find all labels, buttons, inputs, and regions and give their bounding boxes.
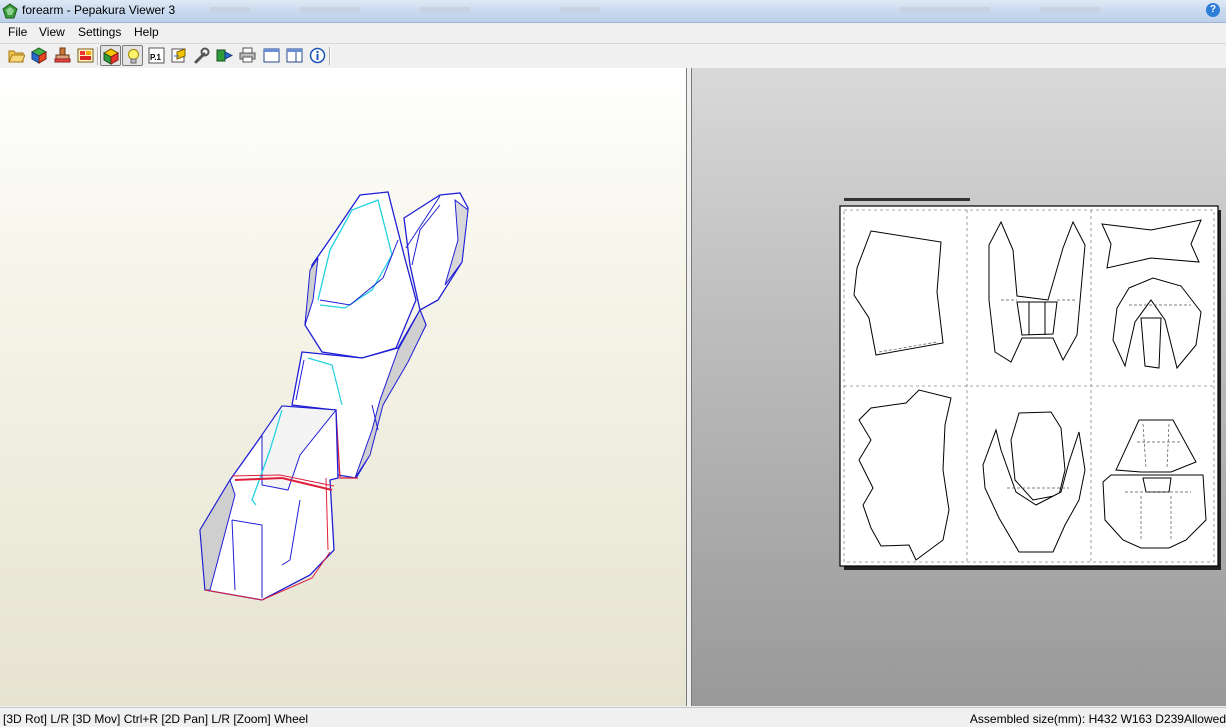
lighting-toggle[interactable]	[122, 45, 143, 66]
single-pane-button[interactable]	[261, 45, 282, 66]
show-texture-toggle[interactable]	[100, 45, 121, 66]
2d-pattern-sheet[interactable]	[692, 68, 1226, 706]
page-number-icon: P.1	[148, 47, 165, 64]
3d-forearm-model[interactable]	[0, 68, 686, 706]
about-button[interactable]	[307, 45, 328, 66]
title-bar-blur	[210, 7, 250, 13]
toolbar-separator	[97, 47, 99, 65]
title-bar-blur	[420, 7, 470, 13]
print-button[interactable]	[237, 45, 258, 66]
status-bar: [3D Rot] L/R [3D Mov] Ctrl+R [2D Pan] L/…	[0, 707, 1226, 727]
settings-button[interactable]	[191, 45, 212, 66]
page-number-button[interactable]: P.1	[146, 45, 167, 66]
menu-settings[interactable]: Settings	[76, 25, 123, 39]
menu-bar: File View Settings Help	[0, 23, 1226, 42]
wrench-icon	[194, 47, 210, 64]
lightbulb-icon	[128, 49, 139, 64]
title-bar-blur	[1040, 7, 1100, 13]
status-mouse-hints: [3D Rot] L/R [3D Mov] Ctrl+R [2D Pan] L/…	[3, 712, 309, 726]
open-button[interactable]	[6, 45, 27, 66]
export-icon	[216, 49, 233, 62]
title-bar: forearm - Pepakura Viewer 3 ?	[0, 0, 1226, 23]
cube-icon	[31, 47, 48, 64]
2d-pattern-pane[interactable]	[691, 68, 1226, 706]
window-title: forearm - Pepakura Viewer 3	[22, 3, 176, 17]
menu-file[interactable]: File	[6, 25, 29, 39]
menu-help[interactable]: Help	[132, 25, 161, 39]
export-button[interactable]	[214, 45, 235, 66]
title-bar-blur	[900, 7, 990, 13]
stamp-button[interactable]	[52, 45, 73, 66]
info-icon	[309, 47, 326, 64]
texture-button[interactable]	[75, 45, 96, 66]
print-settings-button[interactable]	[168, 45, 189, 66]
printer-icon	[239, 47, 256, 63]
menu-view[interactable]: View	[37, 25, 67, 39]
open-icon	[8, 50, 25, 63]
dual-pane-button[interactable]	[284, 45, 305, 66]
status-assembled-size: Assembled size(mm): H432 W163 D239Allowe…	[969, 712, 1226, 726]
print-settings-icon	[171, 48, 186, 63]
page-number-label: P.1	[150, 53, 162, 62]
texture-icon	[77, 48, 94, 63]
title-bar-blur	[560, 7, 600, 13]
pepakura-app-icon	[2, 3, 18, 19]
page-header-bar	[844, 198, 970, 201]
stamp-icon	[54, 47, 71, 63]
dual-pane-icon	[286, 48, 303, 63]
3d-view-pane[interactable]	[0, 68, 687, 706]
title-bar-blur	[300, 7, 360, 13]
toolbar-separator	[329, 47, 331, 65]
toolbar: P.1	[0, 43, 1226, 69]
color-cube-icon	[103, 48, 120, 65]
model-button[interactable]	[29, 45, 50, 66]
single-pane-icon	[263, 48, 280, 63]
help-circle-icon[interactable]: ?	[1206, 3, 1220, 17]
